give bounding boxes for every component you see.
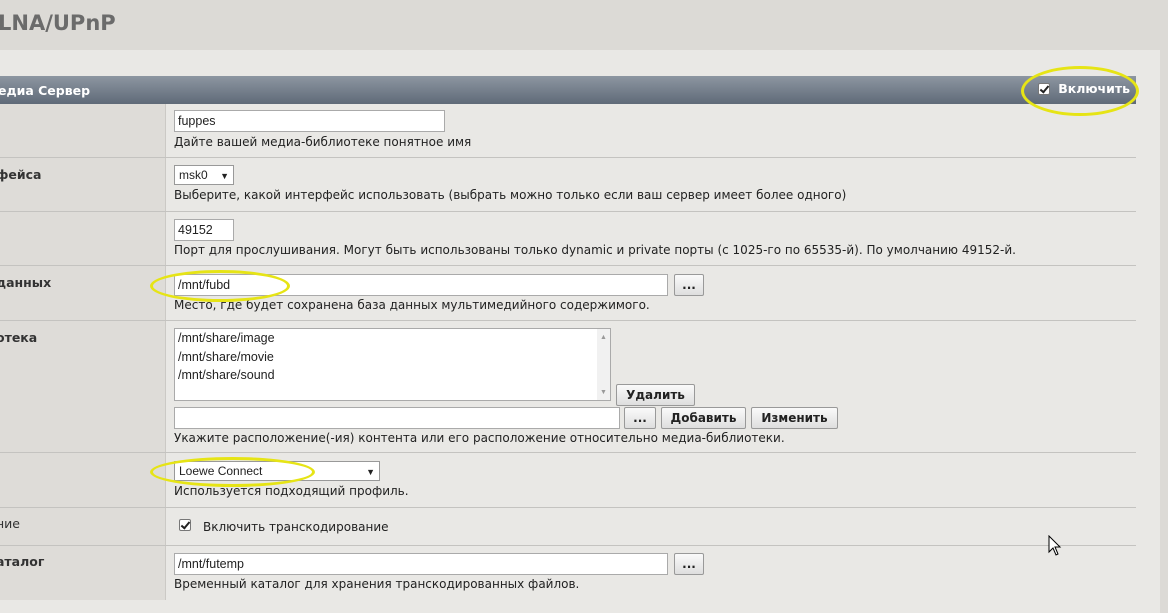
scroll-up-icon[interactable]: ▲ [600,334,607,341]
database-browse-button[interactable]: ... [674,274,704,296]
chevron-down-icon: ▼ [366,467,375,477]
server-name-input[interactable]: fuppes [174,110,445,132]
delete-button[interactable]: Удалить [616,384,695,406]
row-profile: Loewe Connect ▼ Используется подходящий … [0,453,1136,508]
transcoding-checkbox[interactable] [179,519,191,531]
port-input[interactable]: 49152 [174,219,234,241]
mouse-cursor-icon [1048,535,1062,556]
row-label-library: отека [0,330,38,345]
row-database: данных /mnt/fubd ... Место, где будет со… [0,266,1136,321]
library-hint: Укажите расположение(-ия) контента или е… [174,431,785,445]
row-label-transcoding: ние [0,516,20,531]
interface-selected-value: msk0 [179,168,208,182]
library-listbox[interactable]: /mnt/share/image /mnt/share/movie /mnt/s… [174,328,611,401]
temp-dir-browse-button[interactable]: ... [674,553,704,575]
section-title: едиа Сервер [0,83,91,98]
temp-dir-hint: Временный каталог для хранения транскоди… [174,577,580,591]
section-header: едиа Сервер Включить [0,76,1136,104]
row-transcoding: ние Включить транскодирование [0,508,1136,546]
interface-select[interactable]: msk0 ▼ [174,165,234,185]
profile-select[interactable]: Loewe Connect ▼ [174,461,380,481]
row-temp-dir: аталог /mnt/futemp ... Временный каталог… [0,546,1136,600]
row-library: отека /mnt/share/image /mnt/share/movie … [0,321,1136,453]
library-path-input[interactable] [174,407,620,429]
row-port: 49152 Порт для прослушивания. Могут быть… [0,212,1136,266]
edit-button[interactable]: Изменить [751,407,838,429]
transcoding-checkbox-label[interactable]: Включить транскодирование [203,520,389,534]
profile-selected-value: Loewe Connect [179,464,263,478]
temp-dir-input[interactable]: /mnt/futemp [174,553,668,575]
row-label-temp-dir: аталог [0,554,45,569]
database-hint: Место, где будет сохранена база данных м… [174,298,650,312]
port-hint: Порт для прослушивания. Могут быть испол… [174,243,1016,257]
row-server-name: fuppes Дайте вашей медиа-библиотеке поня… [0,104,1136,158]
page-title: LNA/UPnP [0,11,116,35]
add-button[interactable]: Добавить [661,407,746,429]
row-label-database: данных [0,275,52,290]
chevron-down-icon: ▼ [220,171,229,181]
server-name-hint: Дайте вашей медиа-библиотеке понятное им… [174,135,472,149]
scroll-down-icon[interactable]: ▼ [600,389,607,396]
list-item[interactable]: /mnt/share/sound [175,366,610,385]
list-item[interactable]: /mnt/share/movie [175,348,610,367]
row-label-interface: фейса [0,167,42,182]
row-interface: фейса msk0 ▼ Выберите, какой интерфейс и… [0,158,1136,212]
profile-hint: Используется подходящий профиль. [174,484,409,498]
list-item[interactable]: /mnt/share/image [175,329,610,348]
interface-hint: Выберите, какой интерфейс использовать (… [174,188,847,202]
enable-label: Включить [1058,81,1130,96]
database-path-input[interactable]: /mnt/fubd [174,274,668,296]
enable-checkbox[interactable] [1038,82,1051,95]
enable-toggle[interactable]: Включить [1038,81,1130,96]
library-scrollbar[interactable]: ▲ ▼ [597,329,610,400]
library-browse-button[interactable]: ... [624,407,656,429]
